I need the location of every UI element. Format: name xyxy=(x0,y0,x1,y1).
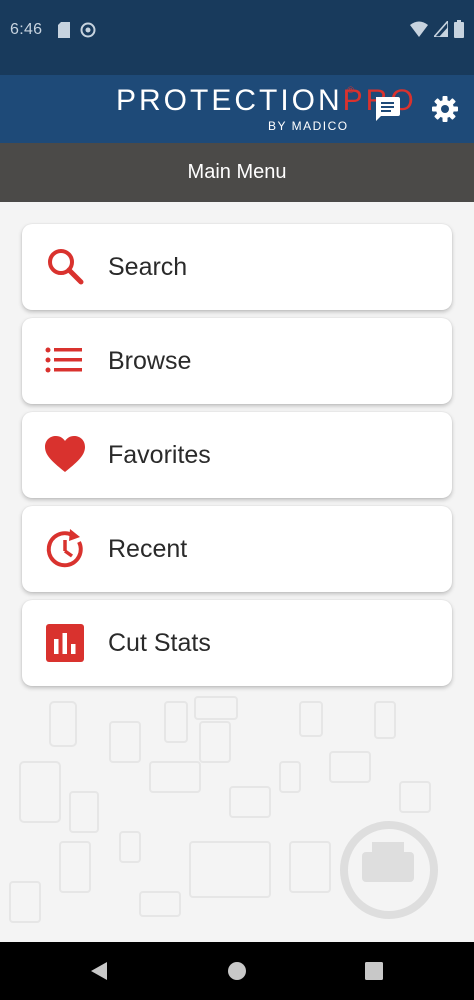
main-content: Search Browse Favorites Recent Cut Stats xyxy=(0,202,474,942)
protectionpro-logo: PROTECTIONPRO ® BY MADICO xyxy=(116,85,414,135)
bar-chart-icon xyxy=(46,624,84,662)
status-right-icons xyxy=(410,20,464,38)
menu-item-cut-stats[interactable]: Cut Stats xyxy=(22,600,452,686)
logo-wordmark: PROTECTIONPRO xyxy=(116,85,417,117)
menu-item-favorites[interactable]: Favorites xyxy=(22,412,452,498)
heart-icon xyxy=(45,436,85,472)
system-navigation-bar xyxy=(0,942,474,1000)
menu-item-browse[interactable]: Browse xyxy=(22,318,452,404)
menu-item-label: Search xyxy=(108,253,188,281)
gear-icon[interactable] xyxy=(431,95,459,123)
menu-item-recent[interactable]: Recent xyxy=(22,506,452,592)
status-time: 6:46 xyxy=(10,21,43,38)
home-icon[interactable] xyxy=(225,959,249,983)
wifi-icon xyxy=(410,21,428,37)
logo-main-text: PROTECTION xyxy=(116,84,343,117)
signal-icon xyxy=(434,21,448,37)
logo-subtitle: BY MADICO xyxy=(268,119,349,133)
page-title: Main Menu xyxy=(187,161,287,183)
recents-icon[interactable] xyxy=(362,959,386,983)
app-bar: PROTECTIONPRO ® BY MADICO xyxy=(0,75,474,143)
sync-icon xyxy=(80,22,96,38)
main-menu-header: Main Menu xyxy=(0,143,474,202)
chat-icon[interactable] xyxy=(373,95,401,123)
logo-registered-mark: ® xyxy=(347,85,354,95)
menu-item-label: Favorites xyxy=(108,441,211,469)
menu-item-search[interactable]: Search xyxy=(22,224,452,310)
battery-icon xyxy=(454,20,464,38)
history-icon xyxy=(46,529,83,568)
menu-item-label: Recent xyxy=(108,535,188,563)
list-icon xyxy=(45,347,82,373)
status-bar: 6:46 xyxy=(0,0,474,75)
back-icon[interactable] xyxy=(87,959,111,983)
menu-item-label: Cut Stats xyxy=(108,629,211,657)
status-left-icons xyxy=(58,22,96,38)
sd-card-icon xyxy=(58,22,70,38)
menu-item-label: Browse xyxy=(108,347,192,375)
search-icon xyxy=(48,249,84,285)
